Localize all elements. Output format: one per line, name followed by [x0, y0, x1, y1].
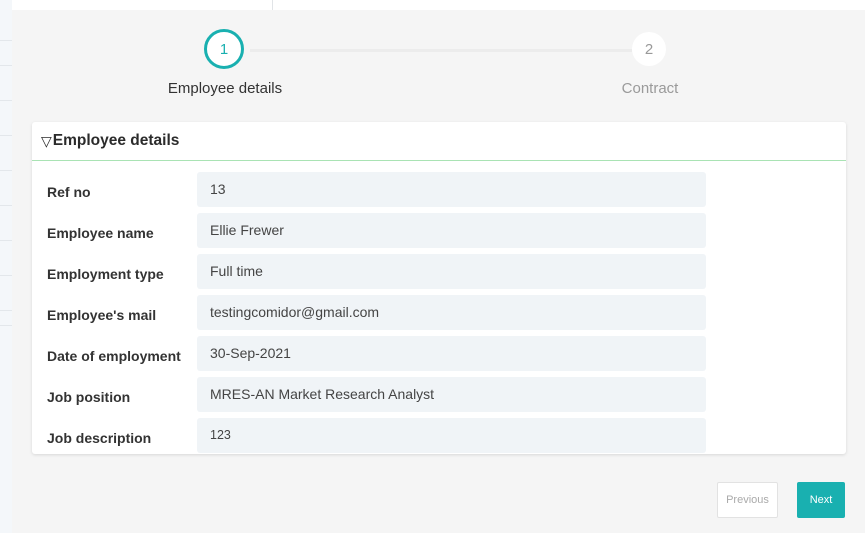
stepper: 1 2 Employee details Contract	[12, 10, 865, 120]
job-description-field[interactable]: 123	[197, 418, 706, 453]
employee-details-card: ▽ Employee details Ref no 13 Employee na…	[32, 122, 846, 454]
step-2-indicator[interactable]: 2	[632, 32, 666, 66]
field-row-job-position: Job position MRES-AN Market Research Ana…	[32, 377, 846, 413]
date-of-employment-field[interactable]: 30-Sep-2021	[197, 336, 706, 371]
step-2-label[interactable]: Contract	[590, 80, 710, 97]
job-position-field[interactable]: MRES-AN Market Research Analyst	[197, 377, 706, 412]
section-header[interactable]: ▽ Employee details	[32, 122, 846, 161]
field-row-employee-mail: Employee's mail testingcomidor@gmail.com	[32, 295, 846, 331]
step-1-indicator[interactable]: 1	[204, 29, 244, 69]
field-label: Date of employment	[47, 348, 181, 364]
next-button[interactable]: Next	[797, 482, 845, 518]
step-2-number: 2	[644, 40, 654, 58]
field-row-ref-no: Ref no 13	[32, 172, 846, 208]
employee-name-field[interactable]: Ellie Frewer	[197, 213, 706, 248]
ref-no-field[interactable]: 13	[197, 172, 706, 207]
field-label: Job position	[47, 389, 131, 405]
field-label: Employee's mail	[47, 307, 157, 323]
field-label: Ref no	[47, 184, 91, 200]
step-1-number: 1	[219, 40, 229, 58]
section-title: Employee details	[52, 132, 180, 149]
field-label: Employee name	[47, 225, 154, 241]
field-label: Employment type	[47, 266, 164, 282]
step-1-label[interactable]: Employee details	[160, 80, 290, 97]
field-row-job-description: Job description 123	[32, 418, 846, 454]
previous-button[interactable]: Previous	[717, 482, 778, 518]
triangle-down-icon[interactable]: ▽	[41, 133, 52, 150]
field-row-date-of-employment: Date of employment 30-Sep-2021	[32, 336, 846, 372]
field-row-employee-name: Employee name Ellie Frewer	[32, 213, 846, 249]
stepper-connector	[250, 49, 632, 52]
field-label: Job description	[47, 430, 152, 446]
wizard-panel: 1 2 Employee details Contract ▽ Employee…	[12, 10, 865, 533]
employment-type-field[interactable]: Full time	[197, 254, 706, 289]
background-divider	[272, 0, 273, 10]
background-sidebar	[0, 0, 12, 533]
field-row-employment-type: Employment type Full time	[32, 254, 846, 290]
employee-mail-field[interactable]: testingcomidor@gmail.com	[197, 295, 706, 330]
